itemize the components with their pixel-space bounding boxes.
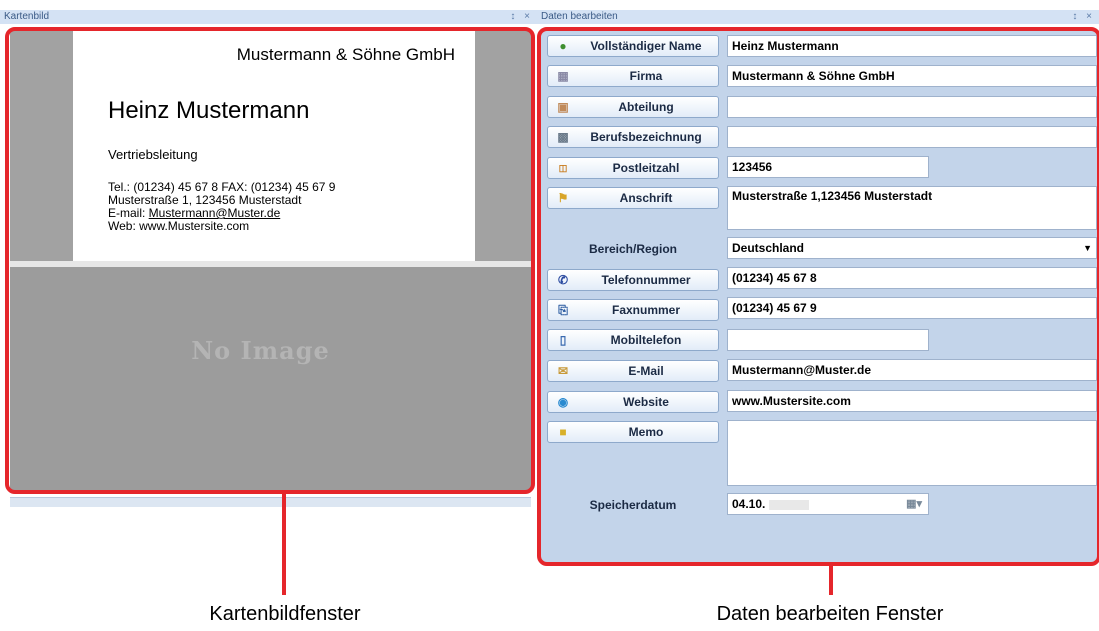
kartenbild-title: Kartenbild	[4, 11, 50, 22]
daten-title-bar: Daten bearbeiten ↕ ×	[537, 10, 1099, 24]
daten-highlight	[537, 27, 1099, 566]
daten-title: Daten bearbeiten	[541, 11, 618, 22]
daten-caption: Daten bearbeiten Fenster	[716, 603, 944, 625]
kartenbild-highlight	[5, 27, 535, 494]
kartenbild-pointer	[282, 494, 286, 595]
kartenbild-caption: Kartenbildfenster	[209, 603, 361, 625]
kartenbild-window-controls[interactable]: ↕ ×	[510, 10, 533, 24]
daten-pointer	[829, 566, 833, 595]
kartenbild-title-bar: Kartenbild ↕ ×	[0, 10, 537, 24]
kartenbild-scrollbar[interactable]	[10, 497, 531, 507]
daten-window-controls[interactable]: ↕ ×	[1072, 10, 1095, 24]
